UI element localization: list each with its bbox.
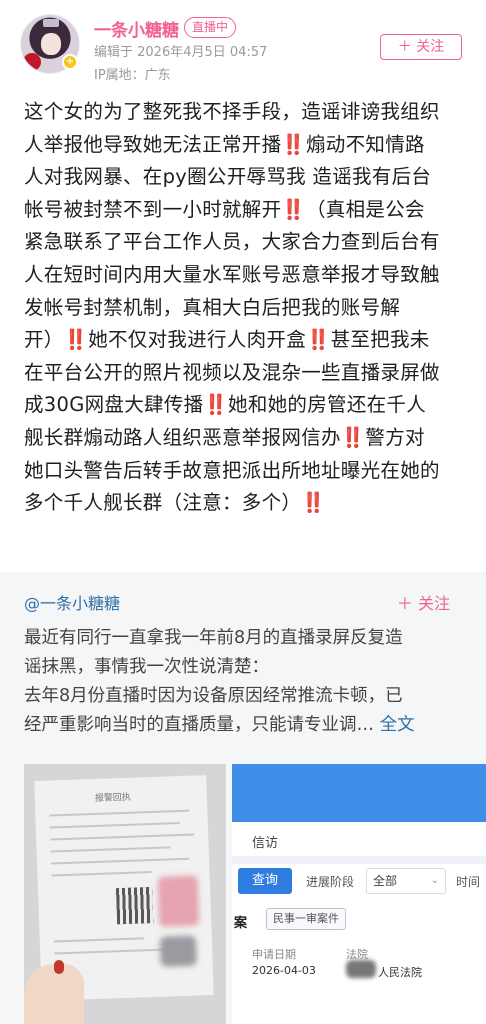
petition-screenshot[interactable]: 信访 查询 进展阶段 全部 ⌄ 时间 案 民事一审案件 申请日期 2026-04… [232,764,486,1024]
post-text-fragment: 甚至把我未 [330,328,430,352]
edit-time: 编辑于 2026年4月5日 04:57 [94,45,268,60]
receipt-line [49,809,190,817]
post-text-fragment: 舰长群煽动路人组织恶意举报网信办 [24,425,341,449]
username[interactable]: 一条小糖糖 [94,16,179,41]
warning-icon: ‼️ [281,132,306,156]
ip-location: IP属地：广东 [94,68,171,83]
receipt-line [53,937,144,943]
case-type-tag: 民事一审案件 [266,908,346,930]
chevron-down-icon: ⌄ [430,875,439,886]
post-line: 人对我网暴、在py圈公开辱骂我 造谣我有后台 [24,161,470,194]
warning-icon: ‼️ [306,328,331,352]
post-text-fragment: 她和她的房管还在千人 [228,393,427,417]
stage-value: 全部 [373,874,398,888]
app-topbar [232,764,486,822]
section-title: 信访 [252,836,279,851]
post-text-fragment: 人举报他导致她无法正常开播 [24,132,282,156]
avatar-rose [23,53,41,71]
repost-author[interactable]: @一条小糖糖 [24,590,120,614]
fulltext-link[interactable]: 全文 [380,715,415,735]
receipt-line [51,871,152,877]
receipt-title: 报警回执 [94,792,132,804]
redacted-court [346,960,376,978]
warning-icon: ‼️ [281,197,306,221]
apply-date-value: 2026-04-03 [252,964,316,977]
repost-follow-button[interactable]: ＋ 关注 [397,590,450,614]
post-text-fragment: 人在短时间内用大量水军账号恶意举报才导致触 [24,262,440,286]
post-line: 帐号被封禁不到一小时就解开‼️（真相是公会 [24,194,470,227]
police-receipt-photo[interactable]: 报警回执 [24,764,226,1024]
vip-badge-icon: + [62,54,78,70]
warning-icon: ‼️ [203,393,229,417]
repost-line: 谣抹黑，事情我一次性说清楚： [24,657,269,677]
post-line: 多个千人舰长群（注意：多个）‼️ [24,487,470,520]
post-text-fragment: 发帐号封禁机制，真相大白后把我的账号解 [24,295,401,319]
receipt-line [54,948,165,955]
warning-icon: ‼️ [301,491,326,515]
post-text-fragment: 在平台公开的照片视频以及混杂一些直播录屏做 [24,360,440,384]
post-text-fragment: 成30G网盘大肆传播 [24,393,204,417]
post-text-fragment: （真相是公会 [306,197,425,221]
avatar-crown [43,19,59,27]
live-badge[interactable]: 直播中 [184,17,237,38]
post-text-fragment: 帐号被封禁不到一小时就解开 [24,197,282,221]
repost-line: 经严重影响当时的直播质量，只能请专业调… 全文 [24,711,464,740]
apply-date-label: 申请日期 [252,948,296,961]
post-text-fragment: 这个女的为了整死我不择手段，造谣诽谤我组织 [24,100,440,123]
repost-card[interactable]: @一条小糖糖 ＋ 关注 最近有同行一直拿我一年前8月的直播录屏反复造 谣抹黑，事… [0,572,486,1024]
receipt-line [51,857,190,865]
post-line: 她口头警告后转手故意把派出所地址曝光在她的 [24,455,470,488]
post-line: 发帐号封禁机制，真相大白后把我的账号解 [24,292,470,325]
court-value: 人民法院 [378,966,422,979]
post-line: 紧急联系了平台工作人员，大家合力查到后台有 [24,226,470,259]
post-text-fragment: 煽动不知情路 [306,132,425,156]
post-line: 开）‼️她不仅对我进行人肉开盒‼️甚至把我未 [24,324,470,357]
redacted-stamp [157,875,200,927]
post-text-fragment: 紧急联系了平台工作人员，大家合力查到后台有 [24,230,440,254]
avatar-face [41,33,61,55]
post-text-fragment: 人对我网暴、在py圈公开辱骂我 造谣我有后台 [24,165,432,189]
post-line: 成30G网盘大肆传播‼️她和她的房管还在千人 [24,389,470,422]
post-text-fragment: 开） [24,328,64,352]
query-button: 查询 [238,868,292,894]
time-label: 时间 [456,875,481,889]
repost-line: 最近有同行一直拿我一年前8月的直播录屏反复造 [24,628,403,648]
redacted-signature [159,935,197,967]
receipt-line [50,833,195,841]
warning-icon: ‼️ [63,328,89,352]
receipt-line [49,822,180,829]
warning-icon: ‼️ [340,425,366,449]
post-line: 舰长群煽动路人组织恶意举报网信办‼️警方对 [24,422,470,455]
post-text-fragment: 多个千人舰长群（注意：多个） [24,491,302,515]
post-line: 在平台公开的照片视频以及混杂一些直播录屏做 [24,357,470,390]
repost-text: 最近有同行一直拿我一年前8月的直播录屏反复造 谣抹黑，事情我一次性说清楚： 去年… [24,624,464,740]
stage-label: 进展阶段 [306,875,355,889]
post-line: 人举报他导致她无法正常开播‼️煽动不知情路 [24,129,470,162]
hand-image [24,964,84,1024]
stage-select: 全部 ⌄ [366,868,446,894]
case-label: 案 [234,916,248,931]
post-line: 人在短时间内用大量水军账号恶意举报才导致触 [24,259,470,292]
post-text-fragment: 她不仅对我进行人肉开盒 [88,328,307,352]
nail-image [54,960,64,974]
post-line: 这个女的为了整死我不择手段，造谣诽谤我组织 [24,96,470,129]
divider [232,856,486,864]
receipt-line [50,846,171,853]
post-text-fragment: 她口头警告后转手故意把派出所地址曝光在她的 [24,458,440,482]
qr-code-icon [116,887,154,925]
follow-button[interactable]: ＋ 关注 [380,34,462,60]
post-header: + 一条小糖糖 直播中 编辑于 2026年4月5日 04:57 IP属地：广东 … [0,0,486,92]
repost-last-line: 经严重影响当时的直播质量，只能请专业调… [24,715,374,735]
repost-line: 去年8月份直播时因为设备原因经常推流卡顿，已 [24,686,403,706]
post-text-fragment: 警方对 [365,425,425,449]
post-body: 这个女的为了整死我不择手段，造谣诽谤我组织 人举报他导致她无法正常开播‼️煽动不知… [24,96,470,520]
